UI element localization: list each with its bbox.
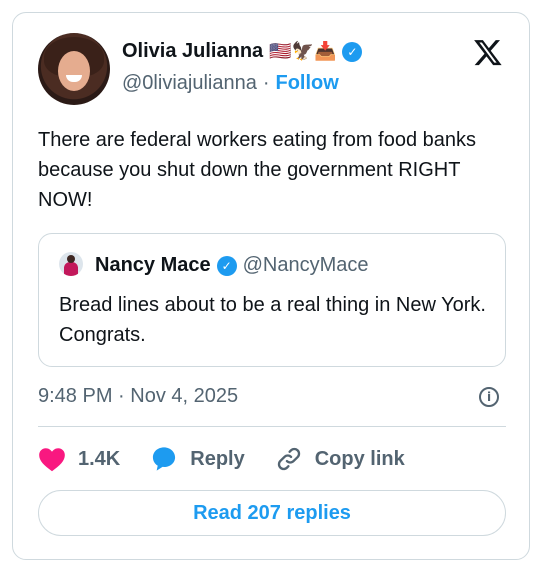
quoted-author-handle[interactable]: @NancyMace: [243, 254, 369, 277]
quoted-tweet-text: Bread lines about to be a real thing in …: [59, 294, 486, 346]
link-icon: [277, 447, 300, 471]
quoted-verified-badge-icon: ✓: [216, 255, 237, 276]
copy-link-label: Copy link: [314, 447, 405, 470]
follow-button[interactable]: Follow: [276, 72, 339, 95]
author-name[interactable]: Olivia Julianna: [122, 40, 263, 63]
tweet-text: There are federal workers eating from fo…: [38, 129, 476, 211]
reply-bubble-icon: [153, 447, 176, 471]
x-logo-icon[interactable]: [473, 37, 503, 67]
copy-link-button[interactable]: Copy link: [275, 445, 405, 473]
author-name-emojis: 🇺🇸🦅📥: [269, 40, 337, 62]
author-name-row: Olivia Julianna 🇺🇸🦅📥 ✓: [122, 40, 363, 63]
tweet-timestamp[interactable]: 9:48 PM · Nov 4, 2025: [38, 385, 238, 408]
verified-badge-icon[interactable]: ✓: [342, 41, 363, 62]
info-icon[interactable]: i: [479, 387, 499, 407]
author-avatar[interactable]: [38, 33, 110, 105]
quoted-tweet[interactable]: Nancy Mace ✓ @NancyMace Bread lines abou…: [38, 233, 506, 367]
author-handle[interactable]: @0liviajulianna: [122, 72, 257, 95]
heart-icon: [39, 448, 65, 472]
quoted-author-name[interactable]: Nancy Mace: [95, 254, 211, 277]
quoted-author-row: Nancy Mace ✓ @NancyMace: [95, 254, 369, 277]
quoted-author-avatar[interactable]: [59, 252, 83, 276]
divider: [38, 426, 506, 427]
tweet-card: Olivia Julianna 🇺🇸🦅📥 ✓ @0liviajulianna ·…: [12, 12, 530, 560]
like-button[interactable]: 1.4K: [38, 446, 120, 472]
reply-label: Reply: [190, 447, 245, 470]
handle-separator: ·: [262, 72, 270, 94]
reply-button[interactable]: Reply: [150, 445, 245, 473]
author-handle-row: @0liviajulianna · Follow: [122, 72, 339, 95]
read-replies-button[interactable]: Read 207 replies: [38, 490, 506, 536]
action-bar: 1.4K Reply Copy link: [38, 445, 435, 473]
like-count: 1.4K: [78, 447, 121, 470]
